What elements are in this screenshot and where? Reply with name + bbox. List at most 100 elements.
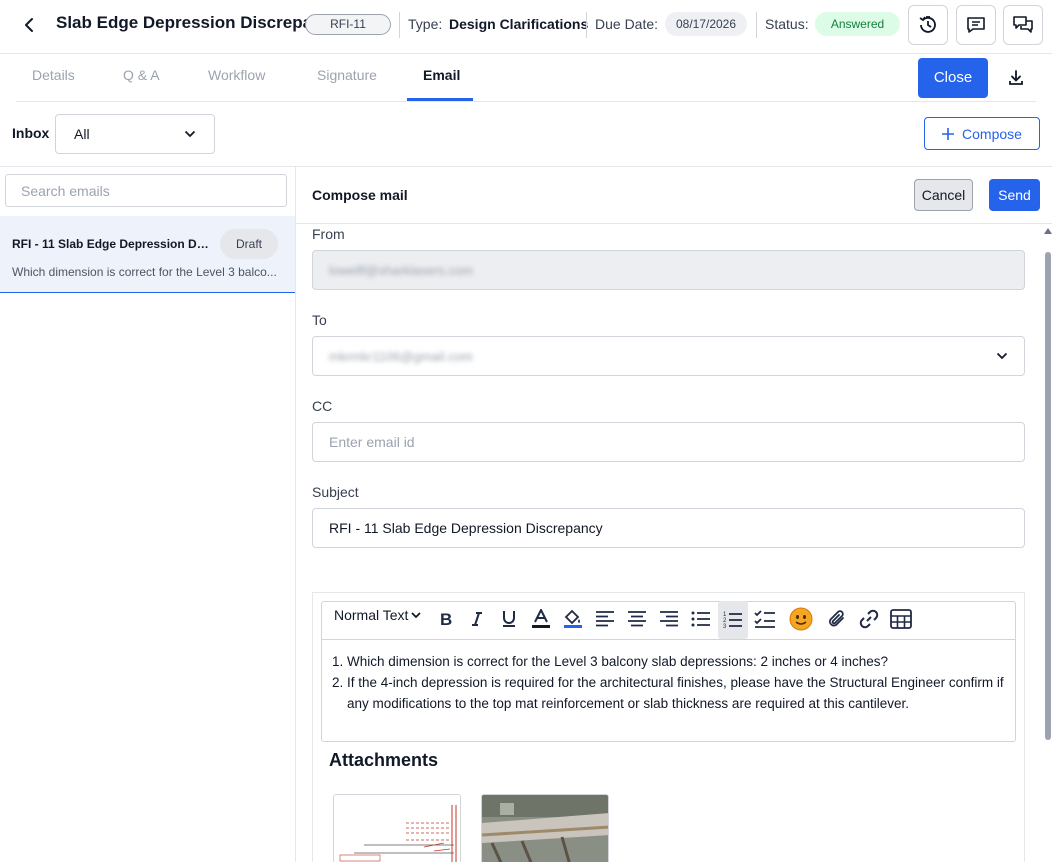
editor-body[interactable]: Which dimension is correct for the Level… <box>333 651 1008 714</box>
chevron-down-icon <box>996 352 1008 360</box>
bullet-list-button[interactable] <box>686 604 716 634</box>
toolbar-divider <box>0 166 1052 167</box>
paint-bucket-icon <box>564 609 582 628</box>
bold-button[interactable]: B <box>430 604 460 634</box>
from-value: lowellf@sharklasers.com <box>329 262 473 278</box>
panel-divider <box>295 166 296 862</box>
compose-button-label: Compose <box>962 125 1022 142</box>
due-date-value: 08/17/2026 <box>665 12 747 36</box>
to-field[interactable]: mkrmkr1106@gmail.com <box>312 336 1025 376</box>
status-badge: Answered <box>815 12 900 36</box>
scroll-up-arrow[interactable] <box>1044 228 1052 234</box>
cancel-button[interactable]: Cancel <box>914 179 973 211</box>
bold-icon: B <box>440 610 452 628</box>
text-style-value: Normal Text <box>334 607 409 623</box>
compose-title: Compose mail <box>312 187 408 203</box>
conversation-button[interactable] <box>1003 5 1043 45</box>
history-button[interactable] <box>908 5 948 45</box>
close-button[interactable]: Close <box>918 58 988 98</box>
from-field: lowellf@sharklasers.com <box>312 250 1025 290</box>
type-label: Type: <box>408 16 443 32</box>
cc-label: CC <box>312 398 333 414</box>
highlight-color-button[interactable] <box>558 604 588 634</box>
align-left-icon <box>596 611 614 627</box>
align-left-button[interactable] <box>590 604 620 634</box>
due-date-label: Due Date: <box>595 16 659 32</box>
plus-icon <box>942 127 955 140</box>
back-button[interactable] <box>18 14 40 36</box>
attachments-heading: Attachments <box>329 750 439 770</box>
align-right-button[interactable] <box>654 604 684 634</box>
email-preview: Which dimension is correct for the Level… <box>12 265 277 279</box>
comment-button[interactable] <box>956 5 996 45</box>
insert-link-button[interactable] <box>854 604 884 634</box>
site-photo-image <box>482 795 608 862</box>
rfi-number-badge: RFI-11 <box>305 14 391 35</box>
compose-button[interactable]: Compose <box>924 117 1040 150</box>
chevron-down-icon <box>411 611 422 618</box>
table-icon <box>890 609 912 629</box>
download-icon <box>1009 70 1023 85</box>
chat-bubbles-icon <box>1013 16 1033 33</box>
align-right-icon <box>660 611 678 627</box>
inbox-filter-select[interactable]: All <box>55 114 215 154</box>
svg-text:3: 3 <box>723 624 727 630</box>
page-title: Slab Edge Depression Discrepan... <box>56 13 337 32</box>
email-subject: RFI - 11 Slab Edge Depression Disc... <box>12 237 212 251</box>
to-value: mkrmkr1106@gmail.com <box>329 348 473 364</box>
tab-details[interactable]: Details <box>32 67 75 83</box>
attachment-thumbnail-photo[interactable] <box>481 794 609 862</box>
insert-table-button[interactable] <box>886 604 916 634</box>
draft-badge: Draft <box>220 229 278 259</box>
bullet-list-icon <box>691 611 710 627</box>
search-emails-input[interactable] <box>5 174 287 207</box>
history-timer-icon <box>919 16 936 33</box>
comment-icon <box>967 17 985 33</box>
numbered-list-button[interactable]: 123 <box>718 601 748 639</box>
cc-input[interactable] <box>312 422 1025 462</box>
send-button[interactable]: Send <box>989 179 1040 211</box>
download-button[interactable] <box>1004 66 1028 90</box>
svg-text:B: B <box>440 610 452 628</box>
attachment-thumbnail-drawing[interactable] <box>333 794 461 862</box>
tab-qa[interactable]: Q & A <box>123 67 160 83</box>
emoji-button[interactable] <box>786 604 816 634</box>
inbox-filter-value: All <box>74 126 90 142</box>
tab-signature[interactable]: Signature <box>317 67 377 83</box>
link-icon <box>859 609 879 629</box>
subject-input[interactable] <box>312 508 1025 548</box>
email-list-item[interactable]: RFI - 11 Slab Edge Depression Disc... Dr… <box>0 216 295 293</box>
chevron-left-icon <box>25 18 33 32</box>
checklist-button[interactable] <box>750 604 780 634</box>
inbox-label: Inbox <box>12 125 50 141</box>
divider <box>586 12 587 38</box>
drawing-preview-image <box>334 795 460 862</box>
divider <box>399 12 400 38</box>
divider <box>756 12 757 38</box>
type-value: Design Clarifications <box>449 16 589 32</box>
scrollbar-thumb[interactable] <box>1045 252 1051 740</box>
text-style-dropdown[interactable]: Normal Text <box>334 607 422 623</box>
tabs-divider <box>16 101 1036 102</box>
tab-workflow[interactable]: Workflow <box>208 67 265 83</box>
checklist-icon <box>754 610 775 628</box>
text-color-button[interactable] <box>526 604 556 634</box>
italic-button[interactable] <box>462 604 492 634</box>
compose-header-divider <box>296 223 1052 224</box>
tab-email[interactable]: Email <box>423 67 460 83</box>
numbered-list-icon: 123 <box>723 612 742 630</box>
align-center-icon <box>628 611 646 627</box>
body-list-item: If the 4-inch depression is required for… <box>347 672 1008 714</box>
italic-icon <box>472 612 482 626</box>
attach-file-button[interactable] <box>822 604 852 634</box>
to-label: To <box>312 312 327 328</box>
align-center-button[interactable] <box>622 604 652 634</box>
underline-button[interactable] <box>494 604 524 634</box>
from-label: From <box>312 226 345 242</box>
emoji-icon <box>789 607 813 631</box>
body-list-item: Which dimension is correct for the Level… <box>347 651 1008 672</box>
paperclip-icon <box>829 610 844 627</box>
subject-label: Subject <box>312 484 359 500</box>
status-label: Status: <box>765 16 809 32</box>
text-color-icon <box>532 609 550 628</box>
